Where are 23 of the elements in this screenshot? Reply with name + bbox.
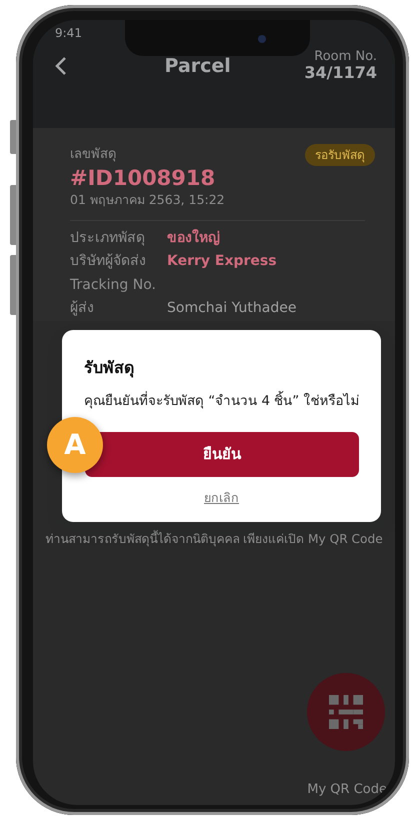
detail-value: Somchai Yuthadee [167,299,296,318]
detail-label: ประเภทพัสดุ [70,228,146,248]
qr-code-icon [329,695,363,729]
page-title: Parcel [164,54,231,79]
dialog-title: รับพัสดุ [84,357,135,380]
room-label: Room No. [313,50,377,63]
detail-label: บริษัทผู้จัดส่ง [70,252,147,272]
back-icon[interactable] [55,56,67,76]
status-badge: รอรับพัสดุ [305,144,375,166]
cancel-link[interactable]: ยกเลิก [204,489,239,508]
confirm-button[interactable]: ยืนยัน [85,432,359,478]
detail-value: Kerry Express [167,252,277,272]
parcel-date: 01 พฤษภาคม 2563, 15:22 [70,191,226,210]
detail-label: ผู้ส่ง [70,299,95,318]
detail-value: ของใหญ่ [167,228,220,248]
detail-label: Tracking No. [70,276,157,295]
room-number: 34/1174 [304,63,377,82]
parcel-number-label: เลขพัสดุ [70,146,116,164]
pickup-note: ท่านสามารถรับพัสดุนี้ได้จากนิติบุคคล เพียงแค่เปิด My QR Code [44,530,384,548]
parcel-id: #ID1008918 [70,166,216,192]
dialog-message: คุณยืนยันที่จะรับพัสดุ “จำนวน 4 ชิ้น” ใช่หรือไม่ [84,392,359,412]
status-time: 9:41 [55,26,82,40]
marker-badge: A [47,417,103,473]
